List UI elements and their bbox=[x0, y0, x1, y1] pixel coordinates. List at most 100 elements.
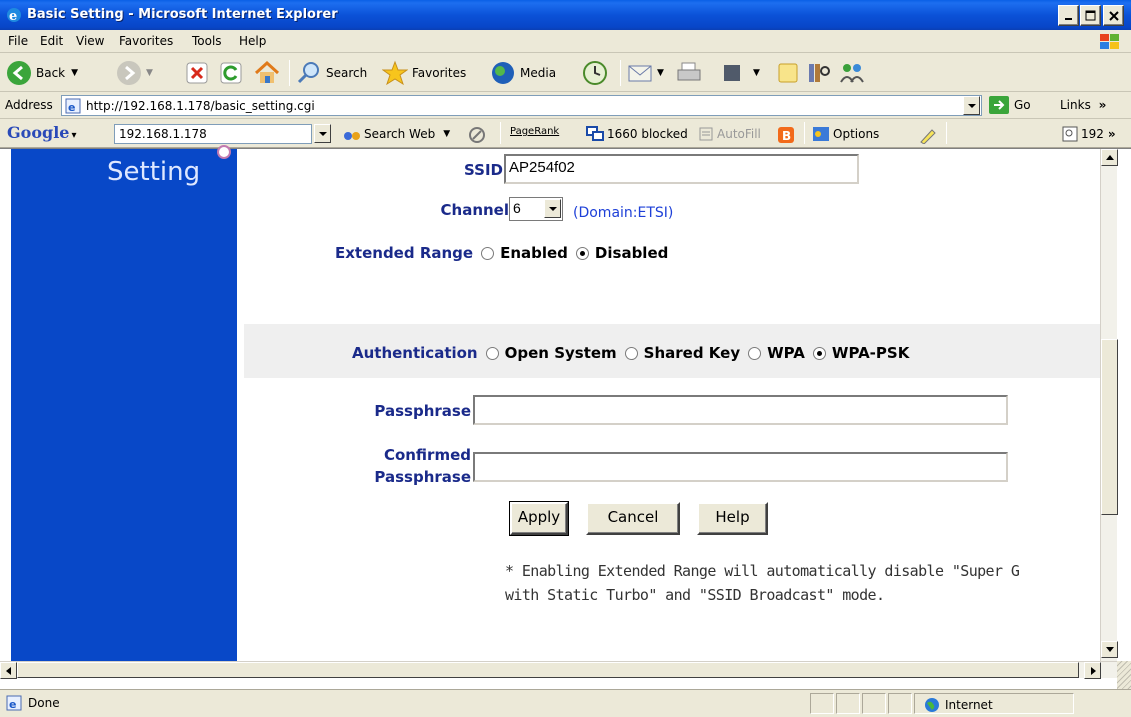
note-line-2: with Static Turbo" and "SSID Broadcast" … bbox=[505, 586, 885, 604]
messenger-icon bbox=[840, 64, 864, 83]
back-dropdown-icon[interactable]: ▼ bbox=[71, 68, 78, 78]
back-arrow-icon bbox=[7, 61, 31, 85]
pagerank-label: PageRank bbox=[510, 126, 560, 137]
links-button[interactable]: Links » bbox=[1060, 98, 1106, 112]
history-button[interactable] bbox=[582, 59, 608, 87]
research-button[interactable] bbox=[806, 59, 832, 87]
edit-dropdown-icon[interactable]: ▼ bbox=[753, 68, 760, 78]
google-search-input[interactable]: 192.168.1.178 bbox=[114, 124, 312, 144]
media-button[interactable]: Media bbox=[490, 59, 556, 87]
svg-text:B: B bbox=[782, 129, 791, 143]
news-button[interactable] bbox=[468, 126, 486, 144]
status-bar: e Done Internet bbox=[0, 689, 1131, 717]
pagerank-indicator[interactable]: PageRank bbox=[510, 126, 559, 137]
confirmed-passphrase-input[interactable] bbox=[473, 452, 1008, 482]
forward-button[interactable]: ▼ bbox=[116, 59, 153, 87]
search-web-button[interactable]: Search Web ▼ bbox=[343, 126, 450, 142]
popup-blocker-button[interactable]: 1660 blocked bbox=[586, 126, 688, 142]
autofill-button[interactable]: AutoFill bbox=[698, 126, 761, 142]
google-search-dropdown-icon[interactable] bbox=[314, 124, 331, 143]
mail-dropdown-icon[interactable]: ▼ bbox=[657, 68, 664, 78]
minimize-button[interactable] bbox=[1058, 5, 1079, 26]
menu-file[interactable]: File bbox=[8, 34, 28, 48]
options-button[interactable]: Options bbox=[812, 126, 879, 142]
search-icon bbox=[297, 62, 319, 84]
channel-select[interactable]: 6 bbox=[509, 197, 563, 221]
favorites-button[interactable]: Favorites bbox=[382, 59, 466, 87]
help-button[interactable]: Help bbox=[697, 502, 768, 535]
ie-icon: e bbox=[7, 8, 21, 24]
scroll-left-button[interactable] bbox=[0, 662, 17, 679]
binoculars-icon bbox=[344, 132, 360, 140]
discuss-button[interactable] bbox=[776, 59, 800, 87]
scroll-down-button[interactable] bbox=[1101, 641, 1118, 658]
confirmed-passphrase-label-line1: Confirmed bbox=[383, 446, 471, 464]
word-find-label: 192 bbox=[1081, 127, 1104, 141]
address-input[interactable]: e http://192.168.1.178/basic_setting.cgi bbox=[61, 95, 982, 116]
channel-dropdown-icon[interactable] bbox=[544, 199, 561, 218]
address-dropdown-icon[interactable] bbox=[963, 96, 980, 115]
print-icon bbox=[677, 62, 701, 81]
mail-button[interactable]: ▼ bbox=[627, 59, 664, 87]
apply-button[interactable]: Apply bbox=[509, 501, 569, 536]
back-button[interactable]: Back ▼ bbox=[6, 59, 78, 87]
stop-icon bbox=[186, 62, 208, 84]
auth-wpa-label[interactable]: WPA bbox=[767, 344, 805, 362]
passphrase-input[interactable] bbox=[473, 395, 1008, 425]
messenger-button[interactable] bbox=[838, 59, 866, 87]
menu-help[interactable]: Help bbox=[239, 34, 266, 48]
forward-dropdown-icon[interactable]: ▼ bbox=[146, 68, 153, 78]
menu-view[interactable]: View bbox=[76, 34, 104, 48]
google-logo[interactable]: Google ▾ bbox=[7, 123, 76, 142]
scroll-up-icon bbox=[1106, 155, 1114, 160]
go-button[interactable]: Go bbox=[989, 96, 1031, 114]
scroll-up-button[interactable] bbox=[1101, 149, 1118, 166]
extended-range-enabled-label[interactable]: Enabled bbox=[500, 244, 568, 262]
history-icon bbox=[583, 61, 607, 85]
scroll-right-button[interactable] bbox=[1084, 662, 1101, 679]
toolbar-separator bbox=[289, 60, 290, 86]
security-zone[interactable]: Internet bbox=[924, 697, 993, 713]
auth-wpa-psk-label[interactable]: WPA-PSK bbox=[832, 344, 909, 362]
globe-icon bbox=[925, 698, 939, 712]
authentication-label: Authentication bbox=[352, 344, 478, 362]
horizontal-scrollbar[interactable] bbox=[0, 661, 1117, 679]
refresh-button[interactable] bbox=[219, 59, 243, 87]
vertical-scrollbar[interactable] bbox=[1100, 149, 1118, 661]
auth-wpa-radio[interactable] bbox=[748, 346, 762, 360]
horizontal-scroll-thumb[interactable] bbox=[17, 662, 1079, 678]
extended-range-note: * Enabling Extended Range will automatic… bbox=[505, 559, 1105, 607]
refresh-icon bbox=[220, 62, 242, 84]
address-bar: Address e http://192.168.1.178/basic_set… bbox=[0, 92, 1131, 119]
extended-range-enabled-radio[interactable] bbox=[481, 246, 495, 260]
vertical-scroll-thumb[interactable] bbox=[1101, 339, 1118, 515]
edit-button[interactable]: ▼ bbox=[721, 59, 760, 87]
auth-wpa-psk-radio[interactable] bbox=[812, 346, 826, 360]
ssid-input[interactable]: AP254f02 bbox=[504, 154, 859, 184]
menu-favorites[interactable]: Favorites bbox=[119, 34, 173, 48]
resize-grip[interactable] bbox=[1117, 661, 1131, 690]
auth-shared-key-radio[interactable] bbox=[624, 346, 638, 360]
menu-edit[interactable]: Edit bbox=[40, 34, 63, 48]
status-panel bbox=[888, 693, 912, 714]
extended-range-disabled-label[interactable]: Disabled bbox=[595, 244, 668, 262]
search-button[interactable]: Search bbox=[296, 59, 367, 87]
auth-open-system-label[interactable]: Open System bbox=[505, 344, 617, 362]
star-icon bbox=[382, 60, 408, 86]
address-url: http://192.168.1.178/basic_setting.cgi bbox=[86, 99, 315, 113]
print-button[interactable] bbox=[675, 59, 703, 87]
blogger-button[interactable]: B bbox=[777, 126, 795, 144]
home-icon bbox=[254, 60, 280, 83]
menu-tools[interactable]: Tools bbox=[192, 34, 222, 48]
search-label: Search bbox=[326, 66, 368, 80]
stop-button[interactable] bbox=[185, 59, 209, 87]
word-find-button[interactable]: 192 » bbox=[1062, 126, 1116, 142]
highlight-button[interactable] bbox=[918, 126, 938, 144]
close-button[interactable] bbox=[1103, 5, 1124, 26]
auth-shared-key-label[interactable]: Shared Key bbox=[644, 344, 740, 362]
home-button[interactable] bbox=[253, 59, 281, 87]
auth-open-system-radio[interactable] bbox=[485, 346, 499, 360]
extended-range-disabled-radio[interactable] bbox=[575, 246, 589, 260]
cancel-button[interactable]: Cancel bbox=[586, 502, 680, 535]
maximize-button[interactable] bbox=[1080, 5, 1101, 26]
